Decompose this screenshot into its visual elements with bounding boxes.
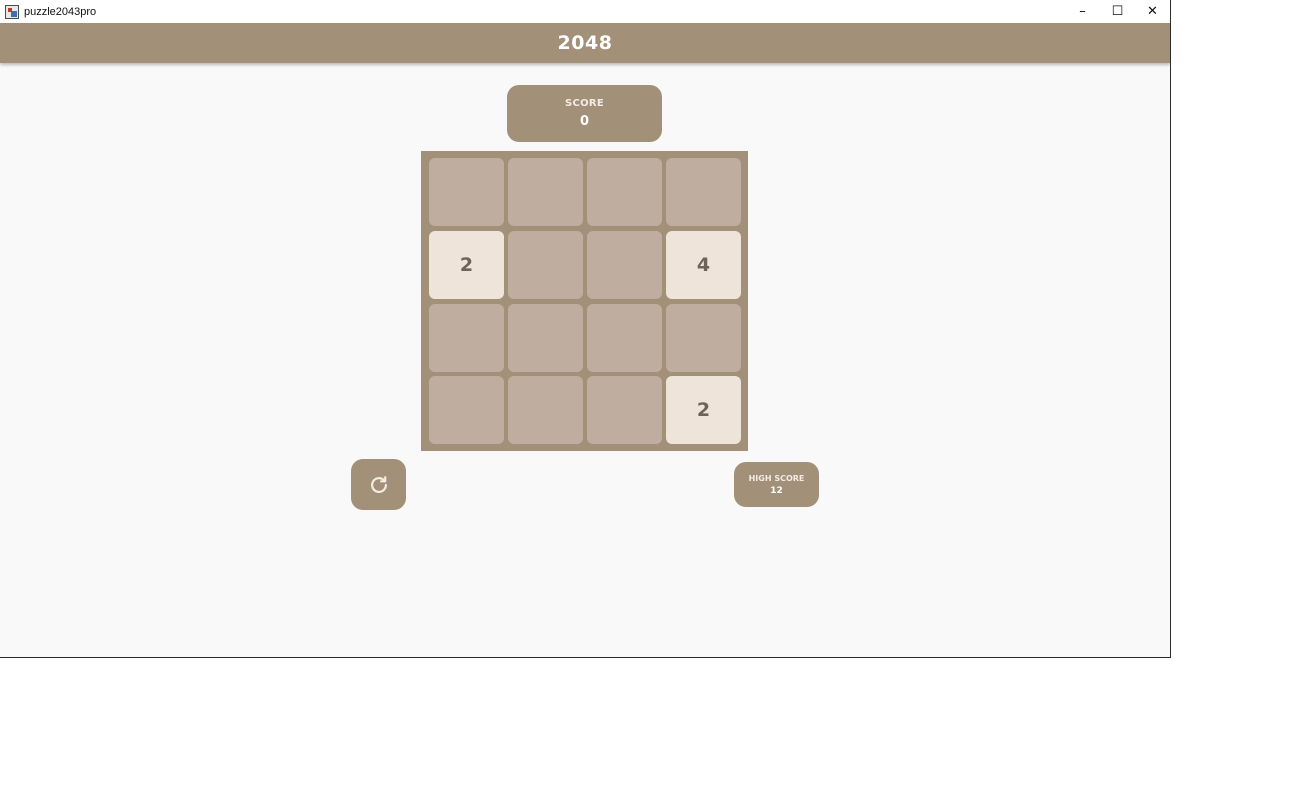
app-window: puzzle2043pro – ☐ ✕ 2048 SCORE 0 2 4 2 HIG…	[0, 0, 1171, 658]
close-button[interactable]: ✕	[1135, 0, 1170, 23]
score-panel: SCORE 0	[507, 85, 662, 142]
empty-cell	[429, 376, 504, 444]
game-title: 2048	[557, 32, 613, 54]
score-value: 0	[579, 114, 590, 129]
tile: 4	[666, 231, 741, 299]
app-icon	[5, 4, 19, 19]
refresh-icon	[370, 475, 387, 493]
empty-cell	[508, 231, 583, 299]
tile: 2	[666, 376, 741, 444]
empty-cell	[508, 158, 583, 226]
minimize-button[interactable]: –	[1065, 0, 1100, 23]
empty-cell	[587, 376, 662, 444]
high-score-panel: HIGH SCORE 12	[734, 462, 819, 507]
game-board[interactable]: 2 4 2	[421, 151, 748, 451]
empty-cell	[587, 304, 662, 372]
tile: 2	[429, 231, 504, 299]
high-score-value: 12	[770, 485, 783, 496]
window-controls: – ☐ ✕	[1065, 0, 1170, 23]
score-label: SCORE	[564, 98, 605, 109]
empty-cell	[508, 376, 583, 444]
empty-cell	[666, 158, 741, 226]
app-header: 2048	[0, 23, 1170, 63]
empty-cell	[508, 304, 583, 372]
empty-cell	[429, 158, 504, 226]
empty-cell	[587, 158, 662, 226]
empty-cell	[666, 304, 741, 372]
restart-button[interactable]	[351, 459, 406, 510]
maximize-button[interactable]: ☐	[1100, 0, 1135, 23]
window-title: puzzle2043pro	[24, 5, 97, 18]
empty-cell	[587, 231, 662, 299]
window-titlebar[interactable]: puzzle2043pro – ☐ ✕	[0, 0, 1170, 23]
high-score-label: HIGH SCORE	[748, 473, 805, 483]
empty-cell	[429, 304, 504, 372]
